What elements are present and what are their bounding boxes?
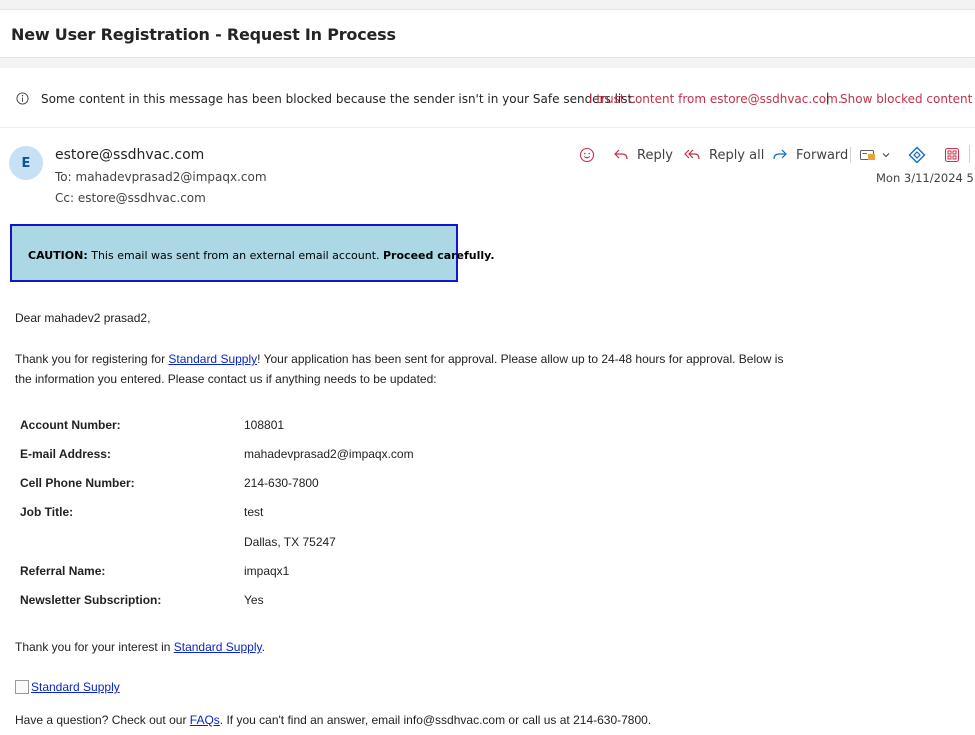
to-recipient[interactable]: mahadevprasad2@impaqx.com: [76, 170, 267, 184]
reply-button[interactable]: Reply: [613, 145, 673, 165]
intro-text-b: ! Your application has been sent for app…: [257, 352, 784, 366]
show-blocked-content-link[interactable]: Show blocked content: [840, 92, 972, 106]
apps-icon: [944, 147, 960, 163]
cc-line: Cc: estore@ssdhvac.com: [55, 191, 206, 205]
field-value: 108801: [244, 418, 285, 432]
to-line: To: mahadevprasad2@impaqx.com: [55, 170, 267, 184]
apps-button[interactable]: [944, 145, 968, 165]
logo-alt-text[interactable]: Standard Supply: [31, 680, 120, 694]
caution-banner: CAUTION: This email was sent from an ext…: [10, 224, 495, 282]
subject-bar: New User Registration - Request In Proce…: [0, 10, 975, 58]
field-value: Dallas, TX 75247: [244, 535, 336, 549]
emoji-icon: [579, 147, 595, 163]
intro-paragraph-line1: Thank you for registering for Standard S…: [15, 352, 783, 366]
reply-all-button[interactable]: Reply all: [684, 145, 764, 165]
thanks-text-b: .: [261, 640, 265, 654]
faqs-link[interactable]: FAQs: [190, 713, 220, 727]
forward-icon: [773, 149, 787, 160]
email-subject: New User Registration - Request In Proce…: [11, 25, 396, 44]
toolbar-divider-end: [969, 145, 970, 163]
field-label: E-mail Address:: [20, 447, 111, 461]
logo-image-broken[interactable]: Standard Supply: [15, 680, 120, 694]
question-text-a: Have a question? Check out our: [15, 713, 190, 727]
question-line: Have a question? Check out our FAQs. If …: [15, 713, 651, 727]
caution-text: CAUTION: This email was sent from an ext…: [28, 249, 495, 262]
intro-text-a: Thank you for registering for: [15, 352, 169, 366]
chevron-down-icon: [882, 153, 890, 158]
loop-button[interactable]: [907, 145, 935, 165]
tag-icon: [860, 150, 875, 160]
standard-supply-link-footer[interactable]: Standard Supply: [174, 640, 262, 654]
field-value: Yes: [244, 593, 264, 607]
standard-supply-link[interactable]: Standard Supply: [168, 352, 257, 366]
divider-strip: [0, 59, 975, 68]
reply-label: Reply: [637, 147, 674, 163]
caution-prefix: CAUTION:: [28, 249, 88, 262]
toolbar-divider: [850, 147, 851, 163]
reply-all-label: Reply all: [709, 147, 765, 163]
field-value: mahadevprasad2@impaqx.com: [244, 447, 414, 461]
field-label: Referral Name:: [20, 564, 106, 578]
field-label: Cell Phone Number:: [20, 476, 135, 490]
avatar[interactable]: E: [9, 146, 43, 180]
thanks-line: Thank you for your interest in Standard …: [15, 640, 265, 654]
field-value: 214-630-7800: [244, 476, 319, 490]
field-label: Job Title:: [20, 505, 74, 519]
field-label: Account Number:: [20, 418, 121, 432]
thanks-text-a: Thank you for your interest in: [15, 640, 174, 654]
emoji-button[interactable]: [579, 145, 603, 165]
caution-message: This email was sent from an external ema…: [87, 249, 383, 262]
loop-icon: [908, 146, 926, 164]
caution-emphasis: Proceed carefully.: [383, 249, 495, 262]
window-top-strip: [0, 0, 975, 10]
trust-sender-link[interactable]: I trust content from estore@ssdhvac.com.: [589, 92, 842, 106]
sender-address[interactable]: estore@ssdhvac.com: [55, 147, 204, 163]
cc-recipient[interactable]: estore@ssdhvac.com: [78, 191, 206, 205]
intro-paragraph-line2: the information you entered. Please cont…: [15, 372, 437, 386]
broken-image-icon: [15, 680, 29, 694]
field-label: Newsletter Subscription:: [20, 593, 162, 607]
greeting: Dear mahadev2 prasad2,: [15, 311, 151, 325]
forward-label: Forward: [796, 147, 849, 163]
tag-menu-button[interactable]: [859, 145, 899, 165]
to-label: To:: [55, 170, 72, 184]
blocked-content-bar: Some content in this message has been bl…: [0, 68, 975, 128]
info-icon: [16, 92, 29, 105]
received-date: Mon 3/11/2024 5:16: [876, 171, 975, 185]
cc-label: Cc:: [55, 191, 75, 205]
reply-all-icon: [684, 149, 700, 160]
field-value: impaqx1: [244, 564, 290, 578]
forward-button[interactable]: Forward: [772, 145, 848, 165]
link-separator: |: [826, 90, 830, 105]
field-value: test: [244, 505, 264, 519]
reply-icon: [614, 149, 628, 160]
blocked-message: Some content in this message has been bl…: [41, 92, 637, 106]
question-text-b: . If you can't find an answer, email inf…: [219, 713, 652, 727]
